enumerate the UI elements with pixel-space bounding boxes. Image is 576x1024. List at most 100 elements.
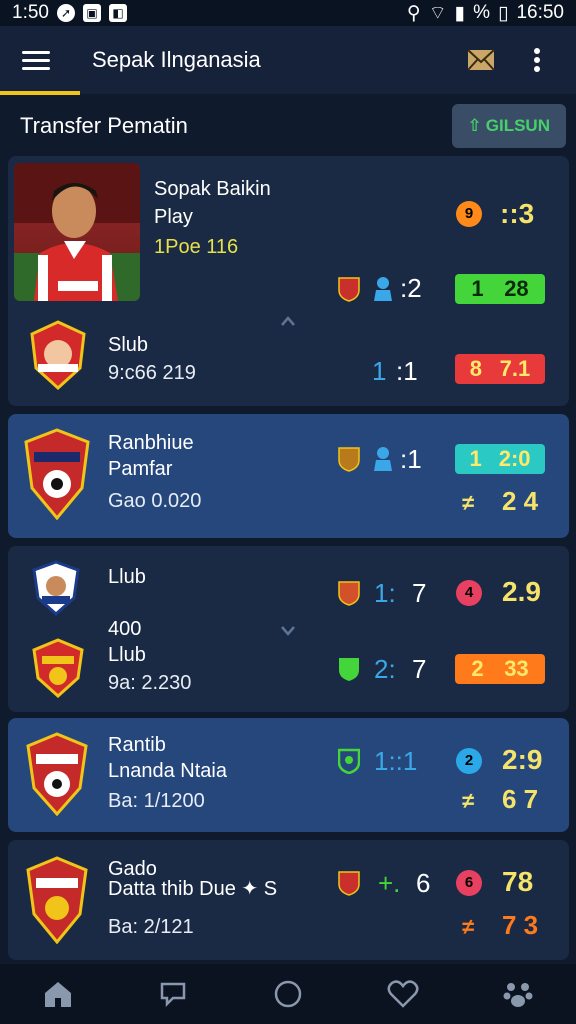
status-time-left: 1:50 (12, 2, 49, 23)
club-value: 2:9 (502, 744, 543, 775)
status-bar: 1:50 ➚ ▣ ◧ ⚲ ⌔ ▮ % ▯ 16:50 (0, 0, 576, 26)
club-shield-icon (337, 748, 361, 775)
club-crest-icon (32, 560, 80, 617)
club-name-line-2: Pamfar (108, 458, 173, 480)
player-icon (372, 276, 394, 302)
club-name-line-1: Ranbhiue (108, 432, 194, 454)
wifi-icon: ⌔ (428, 3, 447, 24)
club-score-symbol: +. (378, 868, 401, 898)
paw-icon[interactable] (498, 974, 538, 1014)
home-icon[interactable] (38, 974, 78, 1014)
battery-icon: ▯ (497, 2, 509, 24)
club-score-a: 1 (372, 356, 387, 386)
club-crest-icon (32, 638, 84, 699)
club-badge: 4 (456, 580, 482, 606)
mail-icon[interactable] (464, 43, 498, 77)
club-sub: Ba: 1/1200 (108, 790, 205, 812)
club-name-line-2: Datta thib Due ✦ S (108, 878, 278, 900)
navigation-icon: ➚ (56, 4, 75, 22)
pill-left: 1 (469, 446, 482, 471)
section-action-button[interactable]: ⇧ GILSUN (451, 104, 566, 148)
club-score: 6 (416, 868, 431, 898)
club-score: :1 (400, 444, 422, 474)
not-equal-icon: ≠ (462, 914, 475, 939)
match-card-4[interactable]: Gado Datta thib Due ✦ S Ba: 2/121 +. 6 6… (8, 840, 569, 960)
pill-right: 2:0 (498, 446, 531, 471)
battery-label: % (473, 2, 490, 23)
app-title: Sepak Ilnganasia (92, 47, 261, 72)
club-score-b: :1 (396, 356, 418, 386)
club-score-a: 2: (374, 654, 396, 684)
match-card-1[interactable]: Ranbhiue Pamfar Gao 0.020 :1 1 2:0 ≠ 2 4 (8, 414, 569, 538)
club-name-top: Llub (108, 566, 146, 588)
club-score-pill: 2 33 (455, 654, 545, 684)
club-shield-icon (338, 870, 360, 896)
status-left: 1:50 ➚ ▣ ◧ (12, 2, 127, 24)
club-crest-icon (26, 732, 88, 817)
club-score: 1::1 (374, 746, 418, 776)
pill-left: 1 (471, 276, 484, 301)
not-equal-icon: ≠ (462, 490, 475, 515)
bottom-value: 7 3 (502, 910, 539, 940)
featured-badge: 9 (456, 201, 482, 227)
pill-right: 7.1 (499, 356, 531, 381)
bottom-value: 2 4 (502, 486, 539, 516)
club-shield-icon (338, 656, 360, 682)
location-icon: ⚲ (406, 2, 421, 24)
match-card-3[interactable]: Rantib Lnanda Ntaia Ba: 1/1200 1::1 2 2:… (8, 718, 569, 832)
club-score-pill: 1 2:0 (455, 444, 545, 474)
chevron-down-icon[interactable] (280, 624, 296, 636)
notification-icon: ▣ (82, 4, 101, 22)
pill-right: 33 (504, 656, 529, 681)
club-name: Slub (108, 334, 149, 356)
club-name-mid: 400 (108, 618, 142, 640)
section-title: Transfer Pematin (20, 113, 188, 138)
bottom-nav (0, 964, 576, 1024)
bottom-value: 6 7 (502, 784, 539, 814)
menu-icon[interactable] (22, 46, 50, 75)
club-value: 78 (502, 866, 534, 897)
player-info: 1Poe 116 (154, 236, 239, 258)
club-crest-icon (28, 320, 88, 391)
featured-mini-score: :2 (400, 273, 422, 303)
club-sub: Ba: 2/121 (108, 916, 194, 938)
tab-indicator (0, 91, 80, 95)
match-card-2[interactable]: Llub 400 Llub 9a: 2.230 1: 7 4 2.9 2: 7 … (8, 546, 569, 712)
club-score-pill: 8 7.1 (455, 354, 545, 384)
club-name-line-2: Llub (108, 644, 146, 666)
section-header: Transfer Pematin ⇧ GILSUN (0, 98, 576, 154)
club-score-a: 1: (374, 578, 396, 608)
player-icon (372, 446, 394, 472)
club-sub: Gao 0.020 (108, 490, 202, 512)
player-name-line-2: Play (154, 206, 193, 228)
club-name-line-2: Lnanda Ntaia (108, 760, 227, 782)
app-bar: Sepak Ilnganasia (0, 26, 576, 94)
club-crest-icon (24, 428, 90, 521)
club-badge: 6 (456, 870, 482, 896)
club-score-b: 7 (412, 578, 427, 608)
pill-right: 28 (504, 276, 529, 301)
app-icon: ◧ (108, 4, 127, 22)
featured-card[interactable]: Sopak Baikin Play 1Poe 116 9 ::3 :2 1 28… (8, 156, 569, 406)
not-equal-icon: ≠ (462, 788, 475, 813)
club-sub: 9a: 2.230 (108, 672, 192, 694)
club-shield-icon (338, 446, 360, 472)
pill-left: 8 (469, 356, 483, 381)
club-value: 2.9 (502, 576, 541, 607)
chevron-up-icon[interactable] (280, 314, 296, 326)
chat-icon[interactable] (153, 974, 193, 1014)
circle-icon[interactable] (268, 974, 308, 1014)
featured-top-value: ::3 (500, 198, 535, 229)
club-shield-icon (338, 276, 360, 302)
signal-icon: ▮ (454, 2, 466, 24)
pill-left: 2 (471, 656, 484, 681)
club-score-b: 7 (412, 654, 427, 684)
status-time-right: 16:50 (516, 2, 564, 23)
more-icon[interactable] (520, 43, 554, 77)
player-name-line-1: Sopak Baikin (154, 178, 271, 200)
heart-icon[interactable] (383, 974, 423, 1014)
status-right: ⚲ ⌔ ▮ % ▯ 16:50 (407, 1, 564, 25)
club-crest-icon (26, 856, 88, 945)
player-photo (14, 163, 140, 301)
featured-score-pill: 1 28 (455, 274, 545, 304)
